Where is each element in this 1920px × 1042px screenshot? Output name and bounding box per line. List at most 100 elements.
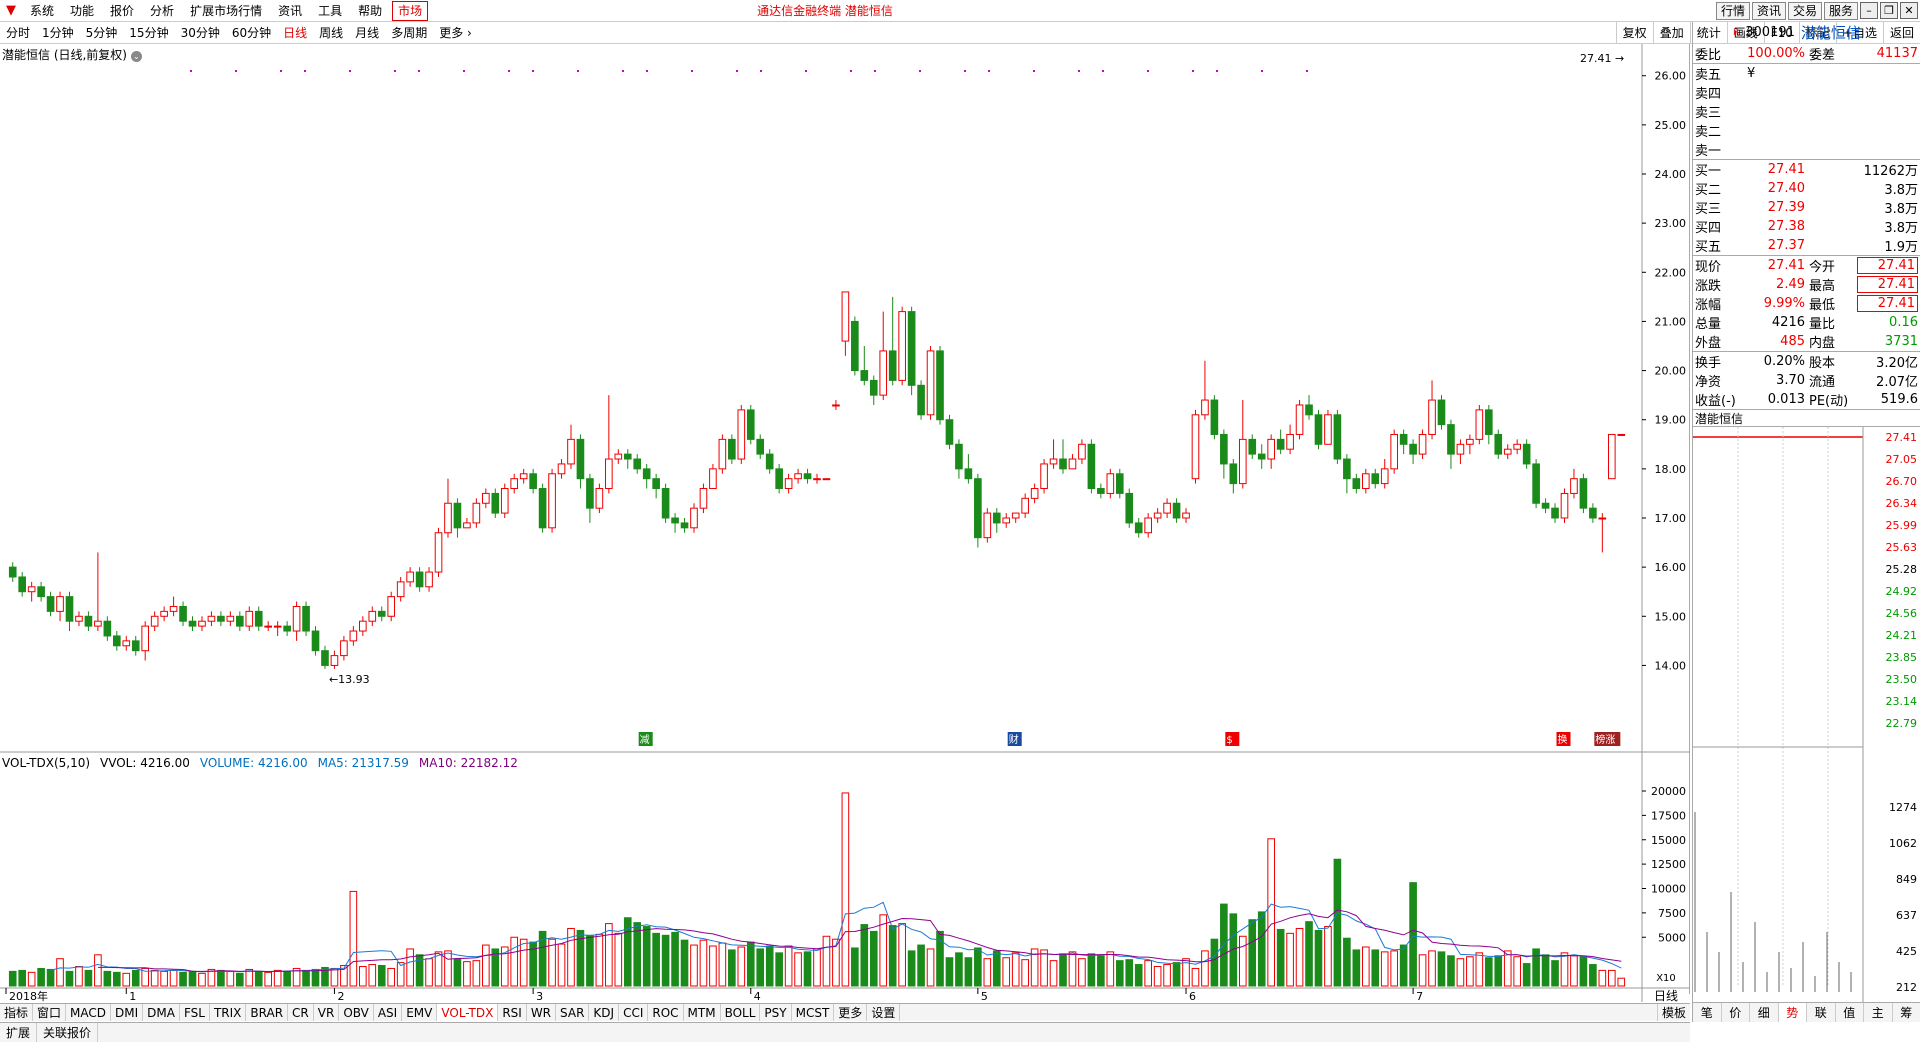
candle-body: [1589, 507, 1597, 519]
indicator-tab-16[interactable]: SAR: [556, 1004, 590, 1021]
app-logo-icon[interactable]: ▼: [0, 0, 22, 21]
candle-body: [1484, 409, 1493, 435]
chart-tool-1[interactable]: 叠加: [1652, 22, 1690, 43]
status-item-1[interactable]: 关联报价: [37, 1023, 99, 1042]
period-tab-1[interactable]: 1分钟: [36, 22, 80, 43]
minimize-icon[interactable]: –: [1860, 2, 1878, 19]
period-tab-4[interactable]: 30分钟: [175, 22, 226, 43]
mini-tab-5[interactable]: 值: [1836, 1003, 1864, 1022]
quote-top-button-0[interactable]: 行情: [1715, 2, 1750, 20]
indicator-tab-6[interactable]: TRIX: [210, 1004, 247, 1021]
period-tab-3[interactable]: 15分钟: [123, 22, 174, 43]
mini-timeshare-chart[interactable]: 27.41 27.05 26.70 26.34 25.99 25.63 25.28 24.92…: [1693, 427, 1920, 1017]
period-tab-5[interactable]: 60分钟: [226, 22, 277, 43]
indicator-tab-25[interactable]: 设置: [867, 1004, 901, 1021]
mini-tab-6[interactable]: 主: [1864, 1003, 1893, 1022]
close-icon[interactable]: ✕: [1900, 2, 1918, 19]
period-tab-8[interactable]: 月线: [349, 22, 385, 43]
mini-tab-0[interactable]: 笔: [1693, 1003, 1722, 1022]
candle-body: [1494, 433, 1503, 455]
status-item-0[interactable]: 扩展: [0, 1023, 38, 1042]
period-items: 分时 1分钟 5分钟 15分钟 30分钟 60分钟 日线 周线 月线 多周期 更多 ›: [0, 22, 478, 43]
restore-icon[interactable]: ❐: [1880, 2, 1898, 19]
top-dot-marker: [850, 70, 852, 72]
template-button[interactable]: 模板: [1656, 1004, 1690, 1021]
volume-bar: [983, 958, 992, 987]
menu-item-0[interactable]: 系统: [22, 0, 62, 21]
period-tab-0[interactable]: 分时: [0, 22, 36, 43]
indicator-tab-4[interactable]: DMA: [143, 1004, 180, 1021]
indicator-tab-3[interactable]: DMI: [111, 1004, 144, 1021]
menu-item-7[interactable]: 帮助: [350, 0, 390, 21]
indicator-tab-15[interactable]: WR: [527, 1004, 557, 1021]
mini-tab-2[interactable]: 细: [1750, 1003, 1779, 1022]
volume-bar: [964, 957, 973, 987]
indicator-tab-20[interactable]: MTM: [684, 1004, 721, 1021]
indicator-tab-11[interactable]: ASI: [374, 1004, 403, 1021]
bid-label: 买一: [1695, 164, 1722, 179]
mini-tab-7[interactable]: 筹: [1893, 1003, 1920, 1022]
menu-item-1[interactable]: 功能: [62, 0, 102, 21]
indicator-tab-2[interactable]: MACD: [66, 1004, 112, 1021]
quote-top-button-3[interactable]: 服务: [1823, 2, 1858, 20]
indicator-tab-18[interactable]: CCI: [619, 1004, 649, 1021]
fundamental-value: 3.70: [1776, 373, 1805, 388]
indicator-tab-23[interactable]: MCST: [792, 1004, 835, 1021]
volume-bar: [642, 926, 651, 987]
candle-body: [368, 610, 377, 622]
kline-chart-area[interactable]: 26.00 25.00 24.00 23.00 22.00 21.00 20.00 19.00…: [0, 44, 1690, 1002]
mini-tab-1[interactable]: 价: [1722, 1003, 1750, 1022]
indicator-tab-19[interactable]: ROC: [648, 1004, 684, 1021]
stat-value: 27.41: [1857, 295, 1918, 312]
volume-indicator-name[interactable]: VOL-TDX(5,10): [2, 756, 90, 770]
indicator-tab-24[interactable]: 更多: [834, 1004, 868, 1021]
indicator-tab-14[interactable]: RSI: [498, 1004, 527, 1021]
menu-item-4[interactable]: 扩展市场行情: [182, 0, 270, 21]
volume-bar: [359, 966, 367, 987]
indicator-tab-13[interactable]: VOL-TDX: [437, 1004, 499, 1021]
candle-body: [983, 512, 992, 539]
indicator-tab-9[interactable]: VR: [314, 1004, 340, 1021]
indicator-tab-21[interactable]: BOLL: [721, 1004, 761, 1021]
period-tab-6[interactable]: 日线: [277, 22, 313, 43]
mini-tab-4[interactable]: 联: [1807, 1003, 1836, 1022]
volume-bar: [264, 971, 273, 987]
volume-bar: [1579, 956, 1588, 987]
x-axis-label: 7: [1416, 990, 1423, 1002]
menu-item-3[interactable]: 分析: [142, 0, 182, 21]
period-tab-7[interactable]: 周线: [313, 22, 349, 43]
period-tab-10[interactable]: 更多 ›: [433, 22, 478, 43]
volume-bar: [633, 922, 642, 987]
indicator-tab-10[interactable]: OBV: [339, 1004, 374, 1021]
quote-top-button-1[interactable]: 资讯: [1751, 2, 1786, 20]
indicator-tab-12[interactable]: EMV: [402, 1004, 438, 1021]
indicator-tab-1[interactable]: 窗口: [33, 1004, 67, 1021]
top-dot-marker: [646, 70, 648, 72]
volume-bar: [1551, 960, 1559, 987]
menu-item-6[interactable]: 工具: [310, 0, 350, 21]
candle-body: [1314, 414, 1323, 445]
period-tab-2[interactable]: 5分钟: [80, 22, 124, 43]
quote-top-button-2[interactable]: 交易: [1787, 2, 1822, 20]
period-tab-9[interactable]: 多周期: [385, 22, 433, 43]
volume-title: VOL-TDX(5,10) VVOL: 4216.00 VOLUME: 4216…: [2, 756, 518, 770]
chart-tool-0[interactable]: 复权: [1615, 22, 1653, 43]
menu-item-5[interactable]: 资讯: [270, 0, 310, 21]
indicator-tab-17[interactable]: KDJ: [589, 1004, 620, 1021]
market-button[interactable]: 市场: [392, 0, 429, 21]
indicator-tab-0[interactable]: 指标: [0, 1004, 34, 1021]
indicator-tab-7[interactable]: BRAR: [246, 1004, 289, 1021]
candle-body: [396, 581, 405, 598]
ask-label: 卖三: [1695, 106, 1722, 121]
indicator-tab-8[interactable]: CR: [288, 1004, 314, 1021]
top-dot-marker: [280, 70, 282, 72]
volume-bar: [1494, 955, 1503, 987]
kline-chart[interactable]: 26.00 25.00 24.00 23.00 22.00 21.00 20.00 19.00…: [0, 44, 1690, 1002]
mini-price-label: 23.14: [1886, 695, 1918, 708]
indicator-tab-22[interactable]: PSY: [760, 1004, 792, 1021]
top-dot-marker: [622, 70, 624, 72]
indicator-tab-5[interactable]: FSL: [180, 1004, 210, 1021]
mini-tab-3[interactable]: 势: [1778, 1003, 1807, 1022]
chart-settings-icon[interactable]: ⌄: [130, 51, 142, 62]
menu-item-2[interactable]: 报价: [102, 0, 142, 21]
